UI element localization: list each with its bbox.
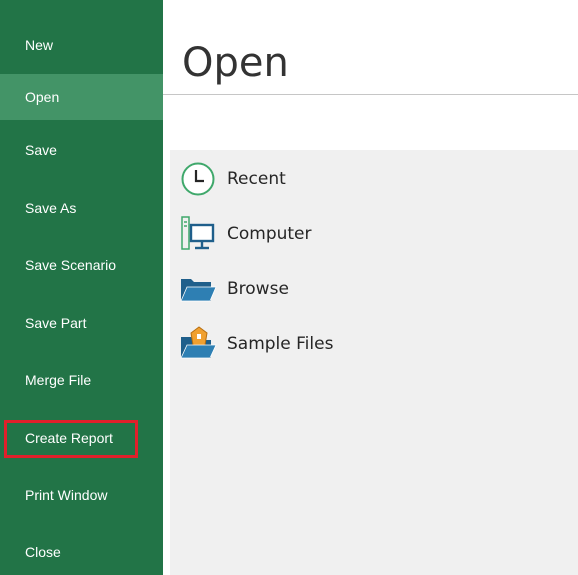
page-title: Open xyxy=(182,40,289,86)
title-divider xyxy=(163,94,578,95)
open-location-label: Sample Files xyxy=(227,334,334,354)
open-location-label: Computer xyxy=(227,224,312,244)
open-location-label: Browse xyxy=(227,279,289,299)
sidebar-item-save[interactable]: Save xyxy=(0,127,163,173)
sidebar-item-merge-file[interactable]: Merge File xyxy=(0,357,163,403)
sidebar-item-save-part[interactable]: Save Part xyxy=(0,300,163,346)
sidebar-item-save-scenario[interactable]: Save Scenario xyxy=(0,242,163,288)
open-location-recent[interactable]: Recent xyxy=(178,159,558,199)
sidebar-item-new[interactable]: New xyxy=(0,22,163,68)
sidebar-item-print-window[interactable]: Print Window xyxy=(0,472,163,518)
create-report-highlight xyxy=(4,420,138,458)
folder-icon xyxy=(178,269,218,309)
sample-folder-icon xyxy=(178,324,218,364)
open-location-label: Recent xyxy=(227,169,286,189)
sidebar-item-open[interactable]: Open xyxy=(0,74,163,120)
backstage-sidebar: New Open Save Save As Save Scenario Save… xyxy=(0,0,163,575)
sidebar-item-save-as[interactable]: Save As xyxy=(0,185,163,231)
open-location-sample-files[interactable]: Sample Files xyxy=(178,324,558,364)
open-location-computer[interactable]: Computer xyxy=(178,214,558,254)
sidebar-item-close[interactable]: Close xyxy=(0,529,163,575)
clock-icon xyxy=(178,159,218,199)
open-location-browse[interactable]: Browse xyxy=(178,269,558,309)
computer-icon xyxy=(178,214,218,254)
